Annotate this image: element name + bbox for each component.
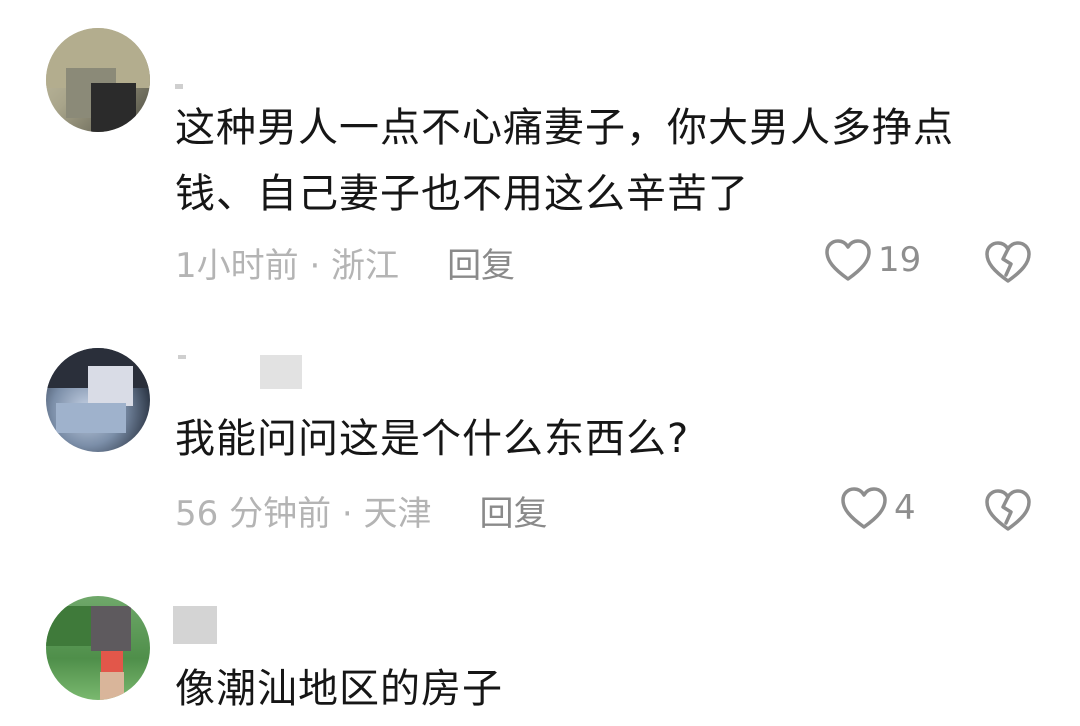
comment-text: 像潮汕地区的房子: [175, 666, 503, 712]
reply-button[interactable]: 回复: [447, 238, 515, 287]
avatar[interactable]: [46, 28, 150, 132]
comment-meta: 56 分钟前 · 天津 回复: [175, 486, 548, 534]
comment-item: 我能问问这是个什么东西么? 56 分钟前 · 天津 回复 4: [0, 320, 1080, 580]
dislike-button[interactable]: [984, 488, 1032, 532]
comment-time-location: 56 分钟前 · 天津: [175, 493, 432, 534]
heart-outline-icon: [824, 238, 872, 282]
avatar[interactable]: [46, 596, 150, 700]
comment-item: 这种男人一点不心痛妻子，你大男人多挣点钱、自己妻子也不用这么辛苦了 1小时前 ·…: [0, 0, 1080, 320]
comment-text: 我能问问这是个什么东西么?: [175, 416, 690, 462]
comment-time-location: 1小时前 · 浙江: [175, 245, 400, 286]
username-redacted: [178, 355, 186, 359]
heart-outline-icon: [840, 486, 888, 530]
reply-button[interactable]: 回复: [480, 486, 548, 535]
like-count: 19: [878, 240, 922, 280]
like-button[interactable]: 4: [840, 486, 916, 530]
comment-text: 这种男人一点不心痛妻子，你大男人多挣点钱、自己妻子也不用这么辛苦了: [175, 105, 954, 217]
username-redacted: [173, 606, 217, 644]
avatar[interactable]: [46, 348, 150, 452]
like-count: 4: [894, 488, 916, 528]
username-redacted: [175, 84, 183, 89]
broken-heart-icon: [984, 240, 1032, 284]
broken-heart-icon: [984, 488, 1032, 532]
username-redacted: [260, 355, 302, 389]
comment-meta: 1小时前 · 浙江 回复: [175, 238, 515, 286]
comment-item: 像潮汕地区的房子: [0, 580, 1080, 726]
like-button[interactable]: 19: [824, 238, 921, 282]
dislike-button[interactable]: [984, 240, 1032, 284]
